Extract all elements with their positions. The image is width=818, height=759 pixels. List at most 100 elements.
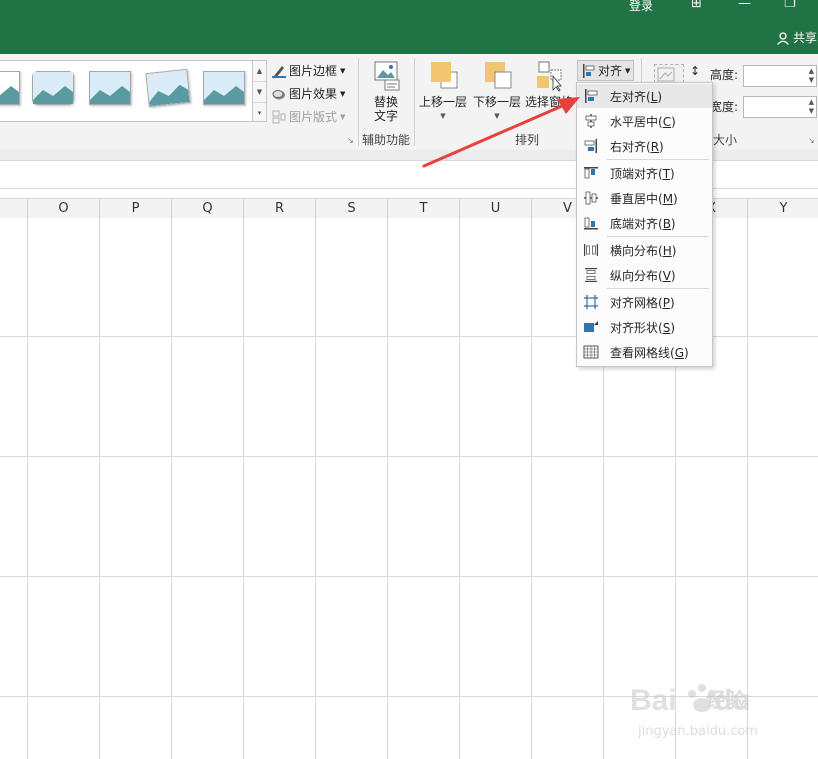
menu-item-label: 顶端对齐(T)	[610, 166, 675, 181]
picture-style-thumb[interactable]	[0, 71, 20, 105]
column-header-partial[interactable]	[0, 199, 28, 218]
distribute-vertical-icon	[585, 268, 597, 282]
picture-layout-button: 图片版式 ▼	[272, 108, 345, 125]
selection-pane-button[interactable]: 选择窗格	[522, 60, 576, 109]
picture-border-button[interactable]: 图片边框 ▼	[272, 62, 345, 79]
menu-item-label: 查看网格线(G)	[610, 345, 689, 360]
group-divider	[358, 58, 359, 146]
bring-forward-icon	[431, 62, 458, 89]
selection-pane-icon	[537, 61, 562, 92]
snap-to-grid-icon	[584, 295, 598, 309]
column-header[interactable]: P	[100, 199, 172, 218]
width-down-icon[interactable]: ▼	[809, 107, 814, 116]
gallery-down-icon[interactable]: ▼	[253, 82, 266, 103]
menu-item-distribute-vertical[interactable]: 纵向分布(V)	[577, 263, 712, 287]
menu-item-label: 纵向分布(V)	[610, 268, 676, 283]
minimize-icon[interactable]: —	[738, 0, 751, 11]
grid-column-line	[531, 218, 532, 759]
menu-item-label: 水平居中(C)	[610, 114, 676, 129]
size-launcher-icon[interactable]: ↘	[808, 136, 815, 145]
picture-layout-label: 图片版式	[289, 110, 338, 124]
menu-item-label: 横向分布(H)	[610, 243, 677, 258]
width-input[interactable]: ▲ ▼	[743, 96, 817, 118]
height-down-icon[interactable]: ▼	[809, 76, 814, 85]
menu-item-label: 对齐网格(P)	[610, 295, 675, 310]
height-up-icon[interactable]: ▲	[809, 67, 814, 76]
menu-item-distribute-horizontal[interactable]: 横向分布(H)	[577, 238, 712, 262]
gallery-more-icon[interactable]: ▾	[253, 103, 266, 123]
column-header[interactable]: U	[460, 199, 532, 218]
align-bottom-icon	[584, 217, 598, 230]
menu-accelerator-key: H	[662, 243, 672, 258]
menu-item-align-top[interactable]: 顶端对齐(T)	[577, 161, 712, 185]
align-middle-icon	[584, 191, 598, 205]
picture-border-icon	[272, 65, 286, 78]
align-label: 对齐	[598, 64, 623, 78]
picture-effects-icon	[272, 89, 285, 99]
picture-style-thumb[interactable]	[145, 68, 191, 108]
align-dropdown-icon: ▼	[625, 66, 631, 75]
width-up-icon[interactable]: ▲	[809, 98, 814, 107]
selection-pane-label: 选择窗格	[524, 95, 573, 109]
picture-styles-launcher-icon[interactable]: ↘	[347, 136, 354, 145]
grid-column-line	[171, 218, 172, 759]
align-right-icon	[584, 139, 597, 153]
picture-style-thumb[interactable]	[203, 71, 245, 105]
menu-item-snap-to-grid[interactable]: 对齐网格(P)	[577, 290, 712, 314]
menu-accelerator-key: B	[662, 216, 671, 231]
bring-forward-dropdown-icon[interactable]: ▼	[417, 109, 469, 123]
menu-accelerator-key: P	[662, 295, 670, 310]
watermark-brand-text: 经验	[706, 688, 746, 712]
menu-separator	[607, 159, 709, 160]
menu-accelerator-key: C	[662, 114, 672, 129]
svg-text:Bai: Bai	[630, 684, 677, 717]
grid-column-line	[243, 218, 244, 759]
distribute-horizontal-icon	[584, 244, 598, 256]
gallery-scroll[interactable]: ▲ ▼ ▾	[252, 60, 267, 122]
menu-item-view-gridlines[interactable]: 查看网格线(G)	[577, 340, 712, 364]
picture-styles-gallery	[0, 60, 253, 122]
send-backward-button[interactable]: 下移一层 ▼	[471, 60, 523, 123]
group-divider	[414, 58, 415, 146]
menu-item-label: 左对齐(L)	[610, 89, 663, 104]
send-backward-dropdown-icon[interactable]: ▼	[471, 109, 523, 123]
align-dropdown-menu: 左对齐(L) 水平居中(C) 右对齐(R) 顶端对齐(T) 垂直居中(M) 底端对齐(B)…	[576, 82, 713, 367]
picture-effects-button[interactable]: 图片效果 ▼	[272, 85, 345, 102]
menu-separator	[607, 236, 709, 237]
height-label: 高度:	[710, 68, 739, 82]
share-button[interactable]: 共享	[776, 29, 817, 46]
menu-item-align-center[interactable]: 水平居中(C)	[577, 109, 712, 133]
align-left-icon	[585, 89, 598, 103]
picture-style-thumb[interactable]	[89, 71, 131, 105]
menu-item-label: 底端对齐(B)	[610, 216, 676, 231]
column-header[interactable]: Q	[172, 199, 244, 218]
grid-column-line	[99, 218, 100, 759]
picture-style-thumb[interactable]	[32, 71, 74, 105]
alt-text-label-2: 文字	[373, 109, 398, 123]
alt-text-icon	[374, 61, 400, 91]
menu-item-align-right[interactable]: 右对齐(R)	[577, 134, 712, 158]
menu-separator	[607, 288, 709, 289]
menu-item-align-middle[interactable]: 垂直居中(M)	[577, 186, 712, 210]
column-header[interactable]: T	[388, 199, 460, 218]
login-link[interactable]: 登录	[629, 0, 653, 14]
menu-accelerator-key: M	[662, 191, 674, 206]
alt-text-button[interactable]: 替换 文字	[366, 60, 406, 123]
width-label: 宽度:	[710, 100, 739, 114]
height-input[interactable]: ▲ ▼	[743, 65, 817, 87]
ribbon-display-options-icon[interactable]: ⊞	[691, 0, 702, 11]
menu-item-snap-to-shape[interactable]: 对齐形状(S)	[577, 315, 712, 339]
menu-item-align-bottom[interactable]: 底端对齐(B)	[577, 211, 712, 235]
send-backward-label: 下移一层	[472, 95, 521, 109]
gallery-up-icon[interactable]: ▲	[253, 61, 266, 82]
menu-accelerator-key: G	[674, 345, 684, 360]
column-header[interactable]: R	[244, 199, 316, 218]
menu-item-align-left[interactable]: 左对齐(L)	[577, 84, 712, 108]
alt-text-label-1: 替换	[373, 95, 398, 109]
align-button[interactable]: 对齐 ▼	[577, 60, 634, 81]
column-header[interactable]: O	[28, 199, 100, 218]
bring-forward-button[interactable]: 上移一层 ▼	[417, 60, 469, 123]
column-header[interactable]: S	[316, 199, 388, 218]
restore-icon[interactable]: ❐	[784, 0, 796, 11]
column-header[interactable]: Y	[748, 199, 818, 218]
